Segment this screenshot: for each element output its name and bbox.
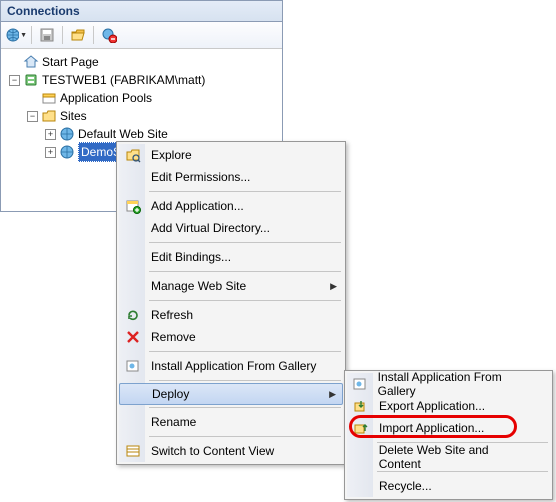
chevron-right-icon: ▶: [329, 389, 336, 400]
menu-rename[interactable]: Rename: [119, 411, 343, 433]
globe-icon: [5, 27, 19, 43]
menu-label: Edit Bindings...: [151, 250, 231, 264]
menu-label: Add Application...: [151, 199, 244, 213]
menu-deploy[interactable]: Deploy ▶: [119, 383, 343, 405]
menu-switch-view[interactable]: Switch to Content View: [119, 440, 343, 462]
menu-label: Install Application From Gallery: [151, 359, 316, 373]
delete-connection-button[interactable]: [98, 25, 120, 45]
gallery-icon: [351, 375, 370, 393]
context-menu: Explore Edit Permissions... Add Applicat…: [116, 141, 346, 465]
menu-edit-permissions[interactable]: Edit Permissions...: [119, 166, 343, 188]
home-icon: [23, 54, 39, 70]
deploy-submenu: Install Application From Gallery Export …: [344, 370, 553, 500]
tree-server[interactable]: − TESTWEB1 (FABRIKAM\matt): [3, 71, 280, 89]
site-icon: [59, 126, 75, 142]
submenu-delete-site[interactable]: Delete Web Site and Content: [347, 446, 550, 468]
menu-edit-bindings[interactable]: Edit Bindings...: [119, 246, 343, 268]
tree-label: Application Pools: [60, 89, 152, 107]
submenu-export-app[interactable]: Export Application...: [347, 395, 550, 417]
menu-label: Delete Web Site and Content: [379, 443, 532, 471]
folder-open-icon: [70, 27, 86, 43]
panel-title: Connections: [1, 1, 282, 22]
add-app-icon: [123, 197, 143, 215]
app-pools-icon: [41, 90, 57, 106]
tree-label: Start Page: [42, 53, 99, 71]
content-view-icon: [123, 442, 143, 460]
menu-add-virtual-dir[interactable]: Add Virtual Directory...: [119, 217, 343, 239]
submenu-recycle[interactable]: Recycle...: [347, 475, 550, 497]
refresh-icon: [123, 306, 143, 324]
menu-label: Install Application From Gallery: [378, 370, 532, 398]
site-icon: [59, 144, 75, 160]
tree-start-page[interactable]: Start Page: [3, 53, 280, 71]
server-icon: [23, 72, 39, 88]
collapse-icon[interactable]: −: [27, 111, 38, 122]
menu-label: Manage Web Site: [151, 279, 246, 293]
open-folder-button[interactable]: [67, 25, 89, 45]
remove-icon: [123, 328, 143, 346]
menu-label: Export Application...: [379, 399, 485, 413]
menu-manage-site[interactable]: Manage Web Site ▶: [119, 275, 343, 297]
menu-label: Switch to Content View: [151, 444, 274, 458]
menu-label: Import Application...: [379, 421, 484, 435]
menu-label: Rename: [151, 415, 196, 429]
sites-folder-icon: [41, 108, 57, 124]
menu-label: Refresh: [151, 308, 193, 322]
chevron-right-icon: ▶: [330, 281, 337, 292]
explore-icon: [123, 146, 143, 164]
export-icon: [351, 397, 371, 415]
tree-label: Sites: [60, 107, 87, 125]
save-button[interactable]: [36, 25, 58, 45]
connect-button[interactable]: ▼: [5, 25, 27, 45]
toolbar: ▼: [1, 22, 282, 49]
submenu-install-gallery[interactable]: Install Application From Gallery: [347, 373, 550, 395]
submenu-import-app[interactable]: Import Application...: [347, 417, 550, 439]
expand-icon[interactable]: +: [45, 129, 56, 140]
menu-label: Explore: [151, 148, 192, 162]
tree-label: TESTWEB1 (FABRIKAM\matt): [42, 71, 205, 89]
import-icon: [351, 419, 371, 437]
tree-sites[interactable]: − Sites: [3, 107, 280, 125]
menu-label: Recycle...: [379, 479, 432, 493]
gallery-icon: [123, 357, 143, 375]
menu-label: Edit Permissions...: [151, 170, 250, 184]
menu-remove[interactable]: Remove: [119, 326, 343, 348]
tree-app-pools[interactable]: Application Pools: [3, 89, 280, 107]
menu-explore[interactable]: Explore: [119, 144, 343, 166]
collapse-icon[interactable]: −: [9, 75, 20, 86]
menu-label: Add Virtual Directory...: [151, 221, 270, 235]
menu-add-application[interactable]: Add Application...: [119, 195, 343, 217]
save-icon: [39, 27, 55, 43]
expand-icon[interactable]: +: [45, 147, 56, 158]
menu-label: Remove: [151, 330, 196, 344]
menu-install-gallery[interactable]: Install Application From Gallery: [119, 355, 343, 377]
globe-remove-icon: [101, 27, 117, 43]
menu-refresh[interactable]: Refresh: [119, 304, 343, 326]
menu-label: Deploy: [152, 387, 189, 401]
